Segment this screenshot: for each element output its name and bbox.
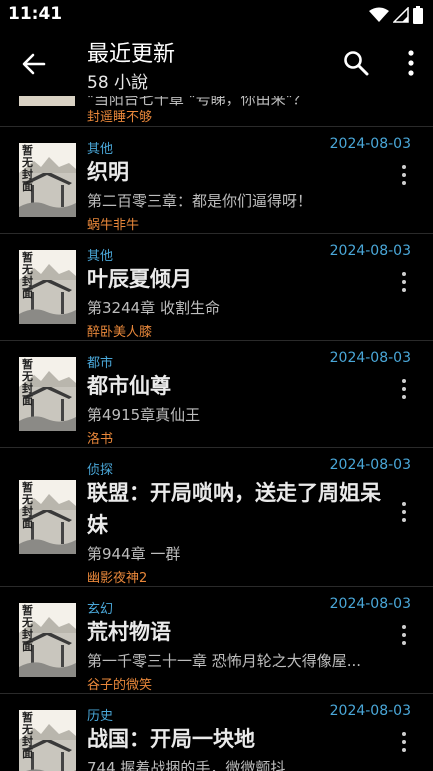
latest-chapter: 第944章 一群 [87,545,181,563]
book-category: 侦探 [87,463,114,478]
book-list-item[interactable]: 暂无封面 都市 2024-08-03 都市仙尊第4915章真仙王 洛书 [0,340,433,448]
book-list-item[interactable]: 暂无封面 玄幻 2024-08-03 荒村物语第一千零三十一章 恐怖月轮之大得像屋..… [0,586,433,694]
page-subtitle: 58 小說 [87,73,149,93]
book-category: 历史 [87,709,114,724]
book-title: 联盟：开局唢呐，送走了周姐呆妹 [87,481,381,537]
wifi-icon [369,7,389,22]
book-list-item[interactable]: 暂无封面 历史 2024-08-03 战国：开局一块地 744 握着战捆的手，微微颤抖 [0,693,433,771]
app-screen: 11:41 最近更新 58 小說 "当阳台七十章 "号睇，你由来"？ 封遥睡不够… [0,0,433,771]
item-more-icon[interactable] [399,378,409,400]
book-list-item[interactable]: 暂无封面 侦探 2024-08-03 联盟：开局唢呐，送走了周姐呆妹第944章 一群幽… [0,447,433,587]
status-bar: 11:41 [0,0,433,30]
list-item-partial[interactable]: "当阳台七十章 "号睇，你由来"？ 封遥睡不够 [0,96,433,127]
item-more-icon[interactable] [399,731,409,753]
latest-chapter: 744 握着战捆的手，微微颤抖 [87,759,286,771]
book-cover: 暂无封面 [19,480,76,554]
cell-signal-icon [393,7,409,23]
cover-placeholder-text: 暂无封面 [22,358,33,407]
book-title: 战国：开局一块地 [87,727,255,751]
book-author: 谷子的微笑 [87,678,153,693]
back-arrow-icon[interactable] [18,48,50,80]
status-icons [369,6,423,24]
latest-chapter: 第一千零三十一章 恐怖月轮之大得像屋... [87,652,362,670]
update-date: 2024-08-03 [329,350,411,366]
book-category: 其他 [87,142,114,157]
cover-placeholder-text: 暂无封面 [22,144,33,193]
book-list-item[interactable]: 暂无封面 其他 2024-08-03 织明第二百零三章：都是你们逼得呀！ 蜗牛非牛 [0,126,433,234]
book-author: 洛书 [87,432,114,447]
book-author: 封遥睡不够 [87,110,153,125]
book-author: 蜗牛非牛 [87,218,140,233]
cover-placeholder-text: 暂无封面 [22,711,33,760]
update-date: 2024-08-03 [329,457,411,473]
book-category: 其他 [87,249,114,264]
update-date: 2024-08-03 [329,136,411,152]
cover-placeholder-text: 暂无封面 [22,481,33,530]
cover-placeholder-text: 暂无封面 [22,251,33,300]
cover-placeholder-text: 暂无封面 [22,604,33,653]
book-category: 玄幻 [87,602,114,617]
update-date: 2024-08-03 [329,703,411,719]
book-author: 幽影夜神2 [87,571,148,586]
update-date: 2024-08-03 [329,243,411,259]
update-date: 2024-08-03 [329,596,411,612]
book-list[interactable]: "当阳台七十章 "号睇，你由来"？ 封遥睡不够 暂无封面 其他 2024-08-03… [0,96,433,771]
status-time: 11:41 [8,4,63,24]
latest-chapter: 第4915章真仙王 [87,406,201,424]
book-cover [19,96,75,106]
item-more-icon[interactable] [399,624,409,646]
latest-chapter: 第3244章 收割生命 [87,299,220,317]
book-title: 织明 [87,160,129,184]
book-title: 都市仙尊 [87,374,171,398]
app-bar: 最近更新 58 小說 [0,30,433,96]
more-vert-icon[interactable] [405,48,417,78]
battery-icon [413,6,423,24]
book-title: 荒村物语 [87,620,171,644]
search-icon[interactable] [343,50,369,76]
book-author: 醉卧美人膝 [87,325,153,340]
book-cover: 暂无封面 [19,357,76,431]
book-cover: 暂无封面 [19,143,76,217]
item-more-icon[interactable] [399,164,409,186]
book-list-item[interactable]: 暂无封面 其他 2024-08-03 叶辰夏倾月第3244章 收割生命 醉卧美人膝 [0,233,433,341]
page-title: 最近更新 [87,42,176,67]
book-cover: 暂无封面 [19,710,76,771]
book-cover: 暂无封面 [19,250,76,324]
book-cover: 暂无封面 [19,603,76,677]
latest-chapter: 第二百零三章：都是你们逼得呀！ [87,192,313,210]
book-category: 都市 [87,356,114,371]
item-more-icon[interactable] [399,501,409,523]
book-title: 叶辰夏倾月 [87,267,192,291]
item-more-icon[interactable] [399,271,409,293]
